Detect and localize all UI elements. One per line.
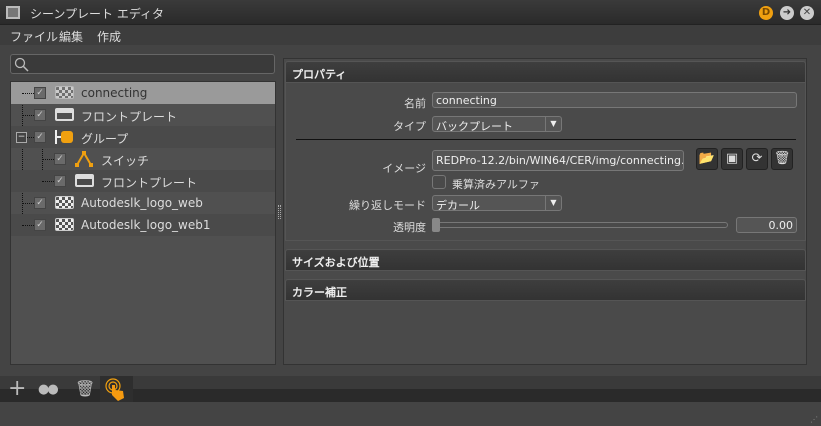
tree-item-label: Autodeslk_logo_web1: [81, 218, 211, 232]
wrap-mode-dropdown[interactable]: デカール ▼: [432, 195, 562, 211]
tree-item-autodesk-logo-web[interactable]: ✓ Autodeslk_logo_web: [11, 192, 275, 214]
search-icon: [14, 57, 29, 72]
wrap-mode-value: デカール: [436, 199, 480, 211]
tree-item-autodesk-logo-web1[interactable]: ✓ Autodeslk_logo_web1: [11, 214, 275, 236]
tree-item-label: フロントプレート: [101, 176, 198, 190]
section-properties-header[interactable]: プロパティ: [285, 61, 806, 83]
menu-file[interactable]: ファイル: [10, 28, 58, 45]
tree-item-label: フロントプレート: [81, 110, 178, 124]
app-icon: [6, 6, 20, 19]
trash-icon: 🗑: [773, 151, 791, 166]
delete-image-button[interactable]: 🗑: [771, 148, 793, 170]
checker-image-icon: [55, 196, 74, 209]
panel-splitter[interactable]: [278, 205, 281, 219]
menu-create[interactable]: 作成: [97, 28, 121, 45]
window-title: シーンプレート エディタ: [30, 7, 165, 21]
chevron-down-icon: ▼: [545, 117, 561, 131]
group-icon: [55, 130, 75, 144]
tree-item-group[interactable]: − ✓ グループ: [11, 126, 275, 148]
resize-grip-icon[interactable]: ⋰: [810, 415, 818, 424]
tree-item-label: グループ: [81, 132, 129, 146]
name-label: 名前: [404, 97, 426, 110]
tree-item-switch[interactable]: ✓ スイッチ: [11, 148, 275, 170]
folder-icon: 📂: [698, 151, 716, 166]
save-icon: ▣: [725, 151, 739, 166]
visibility-checkbox[interactable]: ✓: [34, 197, 46, 209]
dock-icon[interactable]: D: [759, 6, 773, 20]
menu-bar: ファイル 編集 作成: [0, 25, 821, 45]
tree-item-label: Autodeslk_logo_web: [81, 196, 203, 210]
add-icon[interactable]: +: [8, 376, 26, 401]
front-plate-icon: [75, 174, 94, 187]
switch-icon: [75, 151, 93, 167]
close-icon[interactable]: ✕: [800, 6, 814, 20]
visibility-checkbox[interactable]: ✓: [34, 219, 46, 231]
premult-alpha-label: 乗算済みアルファ: [452, 178, 540, 191]
title-bar: シーンプレート エディタ D ➜ ✕: [0, 0, 821, 25]
tree-item-label: スイッチ: [101, 154, 150, 168]
slider-handle[interactable]: [432, 218, 440, 232]
tree-item-front-plate[interactable]: ✓ フロントプレート: [11, 104, 275, 126]
type-dropdown[interactable]: バックプレート ▼: [432, 116, 562, 132]
checker-image-icon: [55, 218, 74, 231]
menu-edit[interactable]: 編集: [59, 28, 83, 45]
opacity-value-input[interactable]: 0.00: [736, 217, 797, 233]
front-plate-icon: [55, 108, 74, 121]
duplicate-icon[interactable]: ●●: [38, 382, 59, 397]
pointer-hand-icon: [105, 378, 124, 401]
collapse-toggle[interactable]: −: [16, 132, 27, 143]
image-label: イメージ: [382, 162, 426, 175]
open-folder-button[interactable]: 📂: [696, 148, 718, 170]
reload-button[interactable]: ⟳: [746, 148, 768, 170]
scene-tree: ✓ connecting ✓ フロントプレート − ✓ グループ ✓ スイッチ …: [10, 81, 276, 365]
section-size-position-header[interactable]: サイズおよび位置: [285, 249, 806, 271]
visibility-checkbox[interactable]: ✓: [34, 131, 46, 143]
name-input[interactable]: connecting: [432, 92, 797, 108]
tree-item-label: connecting: [81, 86, 148, 100]
tree-item-front-plate-child[interactable]: ✓ フロントプレート: [11, 170, 275, 192]
visibility-checkbox[interactable]: ✓: [34, 109, 46, 121]
checker-image-icon: [55, 86, 74, 99]
properties-panel: プロパティ 名前 connecting タイプ バックプレート ▼ イメージ RE…: [283, 58, 807, 365]
pick-button[interactable]: [100, 376, 133, 402]
refresh-icon: ⟳: [751, 151, 763, 166]
status-bar: ⋰: [0, 402, 821, 426]
wrap-mode-label: 繰り返しモード: [349, 199, 426, 212]
premult-alpha-checkbox[interactable]: [432, 175, 446, 189]
tree-item-connecting[interactable]: ✓ connecting: [11, 82, 275, 104]
trash-icon[interactable]: 🗑: [75, 379, 95, 398]
image-path-input[interactable]: REDPro-12.2/bin/WIN64/CER/img/connecting…: [432, 150, 684, 171]
arrow-right-icon[interactable]: ➜: [780, 6, 794, 20]
opacity-label: 透明度: [393, 221, 426, 234]
type-value: バックプレート: [436, 120, 513, 132]
section-color-correction-header[interactable]: カラー補正: [285, 279, 806, 301]
bottom-toolbar: + ●● 🗑: [0, 376, 821, 402]
save-button[interactable]: ▣: [721, 148, 743, 170]
visibility-checkbox[interactable]: ✓: [54, 153, 66, 165]
chevron-down-icon: ▼: [545, 196, 561, 210]
visibility-checkbox[interactable]: ✓: [54, 175, 66, 187]
type-label: タイプ: [393, 120, 426, 133]
opacity-slider[interactable]: [432, 218, 728, 232]
visibility-checkbox[interactable]: ✓: [34, 87, 46, 99]
search-input[interactable]: [10, 54, 275, 74]
